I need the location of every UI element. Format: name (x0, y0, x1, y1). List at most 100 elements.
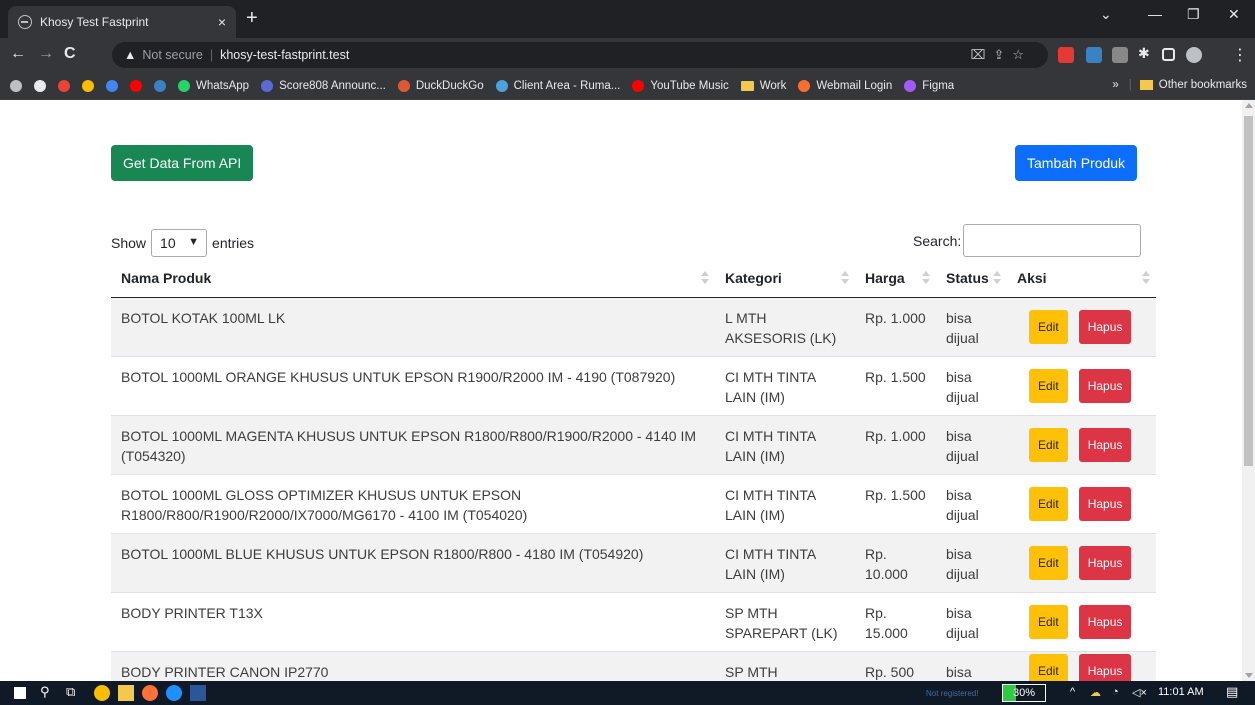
browser-tab[interactable]: Khosy Test Fastprint × (8, 6, 236, 38)
drive-icon[interactable] (82, 79, 94, 92)
bookmark-item[interactable]: YouTube Music (632, 79, 729, 92)
menu-icon[interactable]: ⋮ (1232, 45, 1248, 65)
hapus-button[interactable]: Hapus (1078, 486, 1132, 521)
windows-start-icon[interactable] (14, 687, 26, 699)
notifications-icon[interactable]: ▤ (1226, 684, 1238, 700)
cell-harga: Rp. 500 (855, 651, 936, 681)
bookmark-item[interactable]: Figma (904, 79, 955, 92)
bookmark-label: WhatsApp (196, 79, 250, 92)
bookmark-label: Figma (922, 79, 955, 92)
youtube-icon[interactable] (130, 79, 142, 92)
share-icon[interactable]: ⇪ (993, 47, 1012, 62)
hapus-button[interactable]: Hapus (1078, 653, 1132, 681)
wifi-icon[interactable]: ◔ (1112, 686, 1119, 698)
bookmark-item[interactable]: WhatsApp (178, 79, 250, 92)
volume-icon[interactable]: ◁× (1132, 686, 1147, 699)
search-input[interactable] (963, 224, 1142, 257)
scroll-up-icon[interactable] (1245, 103, 1253, 108)
chevron-up-icon[interactable]: ^ (1070, 686, 1075, 698)
bookmark-item[interactable]: Client Area - Ruma... (495, 79, 621, 92)
extension-icon[interactable] (1086, 47, 1102, 63)
hapus-button[interactable]: Hapus (1078, 368, 1132, 403)
bookmark-favicon-icon (397, 79, 410, 92)
bookmark-item[interactable]: Work (740, 80, 786, 92)
translate-icon[interactable]: ⌧ (970, 47, 993, 62)
entries-label: entries (212, 235, 255, 251)
hapus-button[interactable]: Hapus (1078, 427, 1132, 462)
scroll-down-icon[interactable] (1245, 673, 1253, 678)
cell-kategori: CI MTH TINTA LAIN (IM) (715, 356, 855, 416)
table-row: BODY PRINTER CANON IP2770 SP MTH Rp. 500 bi… (111, 651, 1156, 681)
bookmark-star-icon[interactable]: ☆ (1012, 47, 1032, 62)
edit-button[interactable]: Edit (1029, 309, 1068, 344)
puzzle-icon[interactable]: ✱ (1138, 45, 1154, 61)
tambah-produk-button[interactable]: Tambah Produk (1015, 145, 1138, 181)
hapus-button[interactable]: Hapus (1078, 604, 1132, 639)
scrollbar-thumb[interactable] (1244, 116, 1253, 466)
close-window-icon[interactable]: ✕ (1228, 6, 1240, 23)
restore-icon[interactable]: ❐ (1187, 6, 1200, 23)
bookmark-label: Client Area - Ruma... (513, 79, 621, 92)
table-row: BOTOL 1000ML MAGENTA KHUSUS UNTUK EPSON … (111, 415, 1156, 475)
column-header-status[interactable]: Status (936, 259, 1007, 298)
edit-button[interactable]: Edit (1029, 653, 1068, 681)
entries-select[interactable]: 10 ▼ (151, 229, 208, 257)
page-scrollbar[interactable] (1242, 100, 1255, 681)
settings-icon[interactable] (10, 79, 22, 92)
cell-kategori: CI MTH TINTA LAIN (IM) (715, 533, 855, 593)
task-view-icon[interactable]: ⧉ (66, 684, 75, 700)
minimize-icon[interactable]: — (1148, 6, 1162, 22)
new-tab-button[interactable]: + (246, 8, 258, 28)
hapus-button[interactable]: Hapus (1078, 309, 1132, 344)
edit-button[interactable]: Edit (1029, 368, 1068, 403)
sidepanel-icon[interactable] (1162, 48, 1175, 61)
browser-tab-strip: Khosy Test Fastprint × + ⌄ — ❐ ✕ (0, 0, 1255, 38)
bookmark-item[interactable]: Score808 Announc... (261, 79, 386, 92)
bookmarks-right: » | Other bookmarks (1112, 79, 1247, 91)
column-header-nama[interactable]: Nama Produk (111, 259, 715, 298)
edge-icon[interactable] (166, 685, 182, 701)
gmail-icon[interactable] (58, 79, 70, 92)
search-icon[interactable]: ⚲ (40, 684, 50, 700)
bookmark-item[interactable]: DuckDuckGo (397, 79, 484, 92)
forward-icon[interactable]: → (38, 45, 54, 63)
file-explorer-icon[interactable] (118, 685, 134, 701)
adblock-icon[interactable] (1058, 47, 1074, 63)
cell-status: bisa dijual (936, 474, 1007, 534)
battery-indicator[interactable]: 30% (1002, 684, 1046, 702)
battery-percent: 30% (1012, 687, 1036, 699)
other-bookmarks[interactable]: Other bookmarks (1159, 79, 1247, 91)
profile-avatar[interactable] (1186, 47, 1202, 63)
translate-icon[interactable] (154, 79, 166, 92)
cloud-icon[interactable]: ☁ (1090, 686, 1101, 699)
reload-icon[interactable]: C (64, 45, 76, 63)
page-viewport: Get Data From API Tambah Produk Show 10 … (0, 100, 1242, 681)
hapus-button[interactable]: Hapus (1078, 545, 1132, 580)
clock-time[interactable]: 11:01 AM (1158, 686, 1204, 698)
cell-aksi: Edit Hapus (1007, 297, 1156, 357)
get-data-api-button[interactable]: Get Data From API (111, 145, 254, 181)
bookmarks-overflow-icon[interactable]: » (1112, 79, 1118, 91)
edit-button[interactable]: Edit (1029, 545, 1068, 580)
camera-icon[interactable] (1112, 47, 1128, 63)
edit-button[interactable]: Edit (1029, 486, 1068, 521)
table-row: BOTOL 1000ML BLUE KHUSUS UNTUK EPSON R18… (111, 533, 1156, 593)
column-header-harga[interactable]: Harga (855, 259, 936, 298)
chrome-icon[interactable] (94, 685, 110, 701)
google-icon[interactable] (106, 79, 118, 92)
edit-button[interactable]: Edit (1029, 604, 1068, 639)
back-icon[interactable]: ← (10, 45, 26, 63)
not-secure-label[interactable]: Not secure (142, 48, 202, 62)
tab-search-icon[interactable]: ⌄ (1100, 6, 1112, 23)
globe-icon[interactable] (34, 79, 46, 92)
edit-button[interactable]: Edit (1029, 427, 1068, 462)
firefox-icon[interactable] (142, 685, 158, 701)
word-icon[interactable] (190, 685, 206, 701)
column-header-kategori[interactable]: Kategori (715, 259, 855, 298)
address-bar[interactable]: ▲ Not secure | khosy-test-fastprint.test… (112, 42, 1048, 68)
column-header-aksi[interactable]: Aksi (1007, 259, 1156, 298)
tab-close-icon[interactable]: × (218, 14, 226, 30)
url-text[interactable]: khosy-test-fastprint.test (220, 48, 349, 62)
bookmark-item[interactable]: Webmail Login (798, 79, 892, 92)
folder-icon (1139, 80, 1153, 90)
